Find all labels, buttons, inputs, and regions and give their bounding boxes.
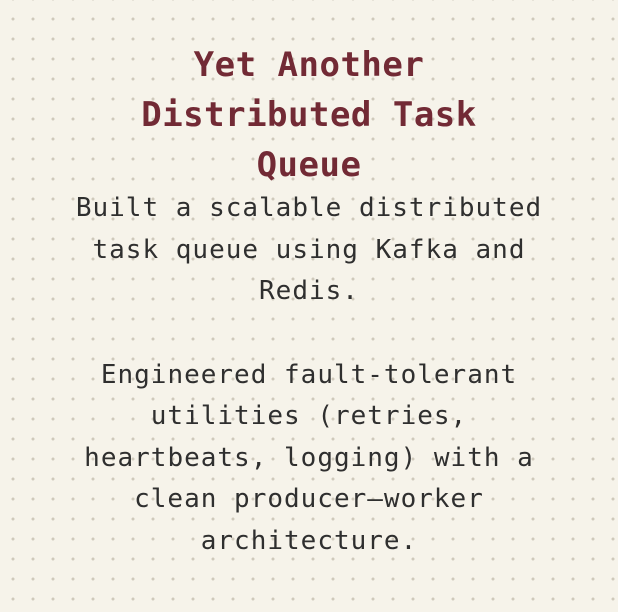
project-card: Yet Another Distributed Task Queue Built…: [0, 0, 618, 612]
project-title: Yet Another Distributed Task Queue: [141, 45, 477, 185]
project-description-summary: Built a scalable distributed task queue …: [75, 193, 543, 306]
project-description-details: Engineered fault-tolerant utilities (ret…: [84, 359, 534, 556]
